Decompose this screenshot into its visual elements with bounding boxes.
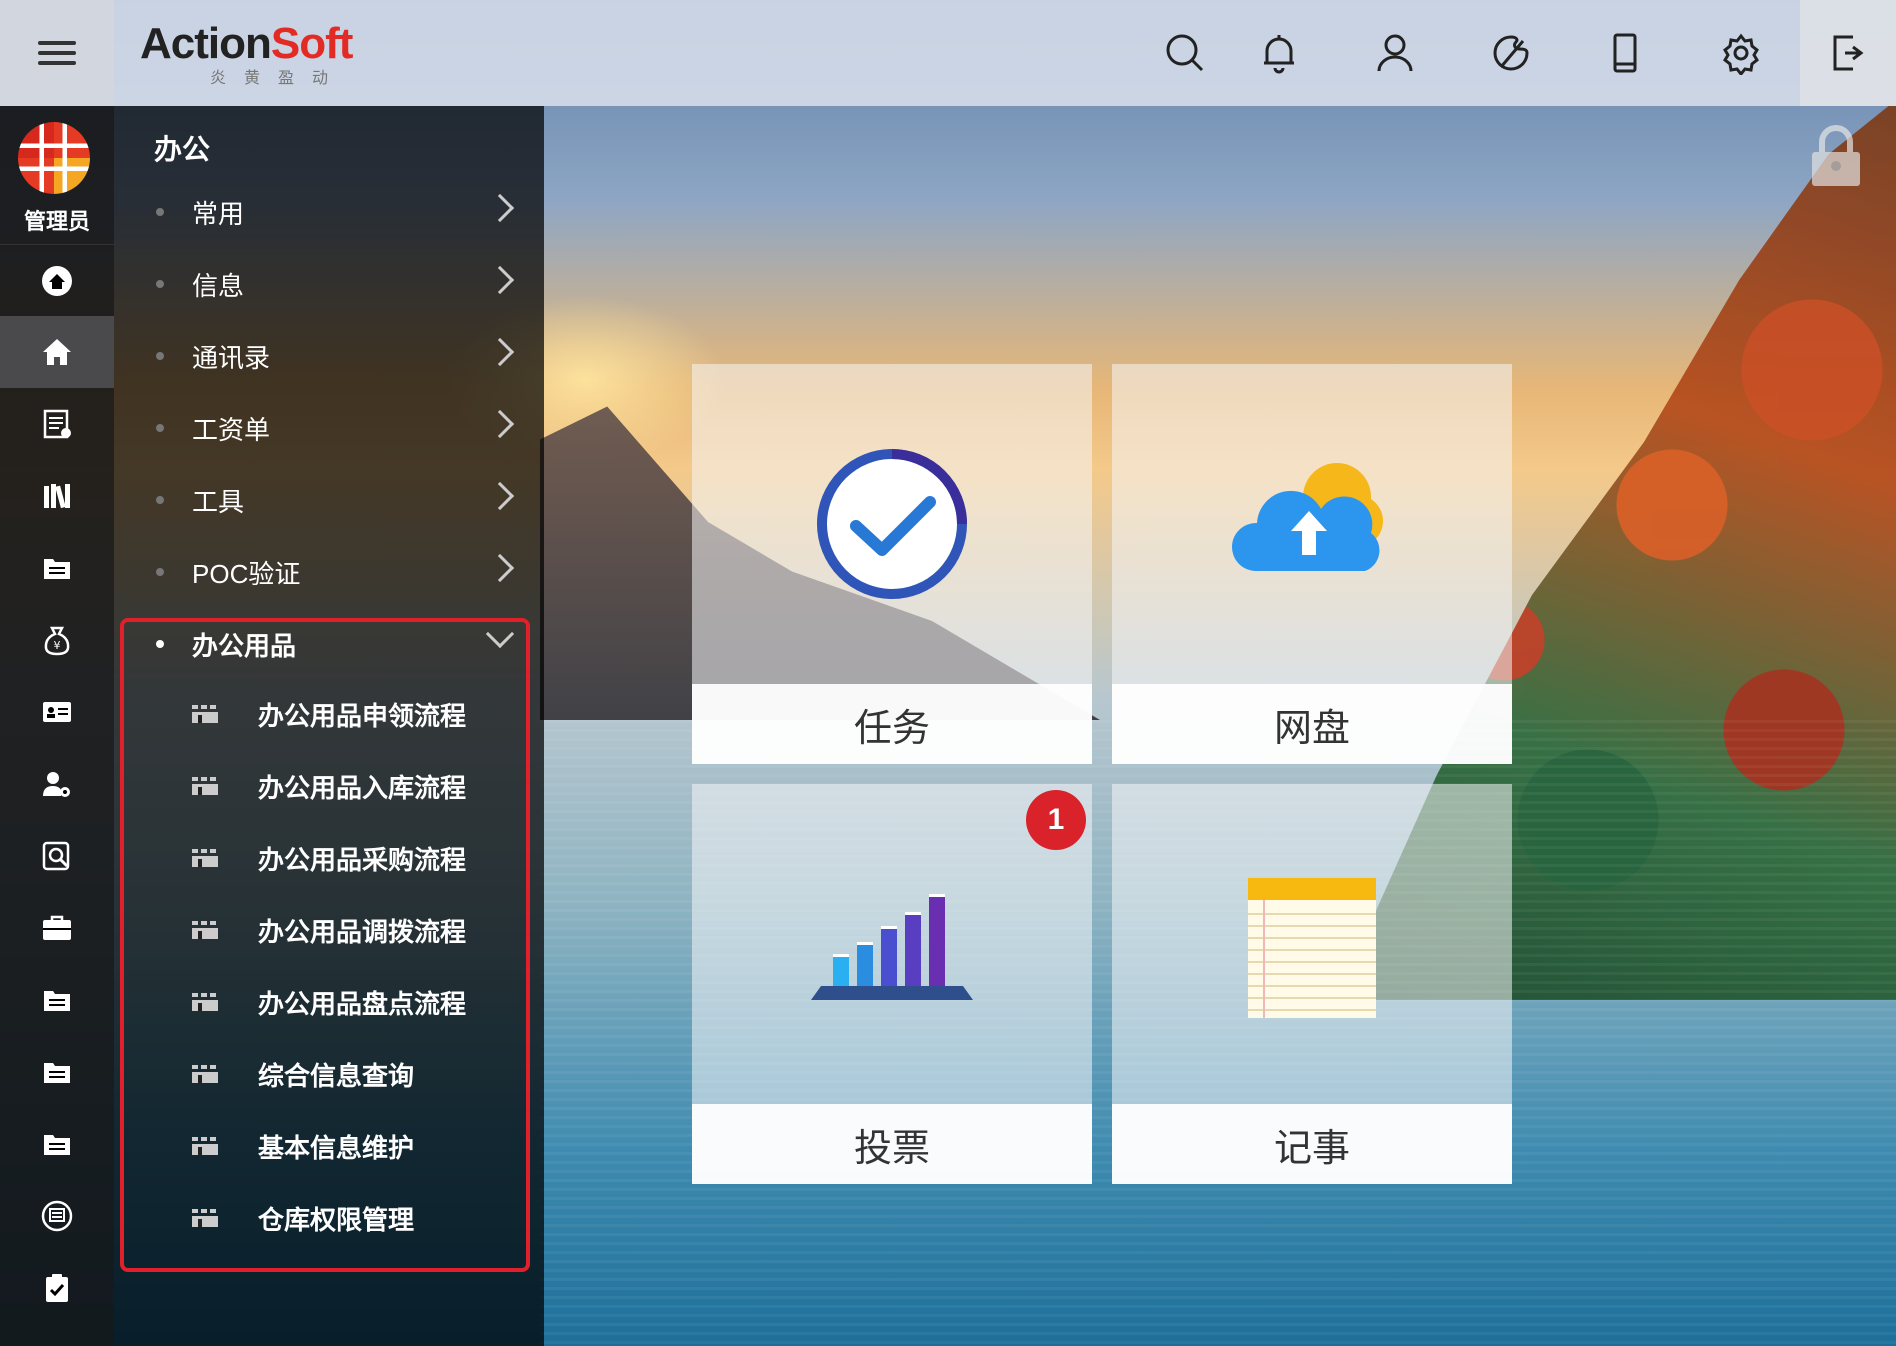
- chevron-right-icon: [485, 481, 515, 511]
- tile-label: 记事: [1112, 1104, 1512, 1184]
- menu-item-label: 常用: [192, 198, 245, 229]
- books-icon: [44, 484, 70, 509]
- app-logo[interactable]: ActionSoft 炎黄盈动: [140, 19, 354, 88]
- logo-accent-text: Soft: [270, 19, 354, 68]
- menu-item-label: 工具: [192, 486, 245, 517]
- rail-folder-1[interactable]: [0, 532, 114, 604]
- tile-label: 任务: [692, 684, 1092, 764]
- moneybag-icon: ¥: [44, 626, 70, 656]
- chevron-right-icon: [485, 265, 515, 295]
- tile-label: 网盘: [1112, 684, 1512, 764]
- briefcase-icon: [43, 915, 71, 940]
- rail-list[interactable]: [0, 388, 114, 460]
- notepad-icon: [1248, 878, 1376, 1018]
- menu-item-payroll[interactable]: 工资单: [114, 392, 544, 464]
- mobile-icon[interactable]: [1600, 28, 1650, 78]
- menu-item-label: 工资单: [192, 414, 271, 445]
- menu-item-label: 信息: [192, 270, 245, 301]
- top-bar: ActionSoft 炎黄盈动: [0, 0, 1896, 106]
- rail-inbox[interactable]: [0, 1180, 114, 1252]
- avatar[interactable]: [18, 122, 90, 194]
- folder-icon: [44, 1063, 70, 1083]
- menu-item-info[interactable]: 信息: [114, 248, 544, 320]
- rail-folder-2[interactable]: [0, 964, 114, 1036]
- chevron-right-icon: [485, 409, 515, 439]
- bullet-icon: [156, 280, 164, 288]
- folder-icon: [44, 1135, 70, 1155]
- bullet-icon: [156, 424, 164, 432]
- search-icon[interactable]: [1160, 28, 1210, 78]
- menu-title: 办公: [154, 134, 211, 165]
- hamburger-icon: [38, 35, 76, 71]
- folder-icon: [44, 559, 70, 579]
- bullet-icon: [156, 496, 164, 504]
- bell-icon[interactable]: [1254, 28, 1304, 78]
- user-icon[interactable]: [1370, 28, 1420, 78]
- menu-item-label: POC验证: [192, 558, 301, 589]
- highlight-box: [120, 618, 530, 1272]
- user-name: 管理员: [23, 209, 90, 234]
- rail-books[interactable]: [0, 460, 114, 532]
- svg-text:¥: ¥: [54, 639, 61, 652]
- home-circle-icon: [42, 265, 72, 296]
- rail-moneybag[interactable]: ¥: [0, 604, 114, 676]
- menu-item-common[interactable]: 常用: [114, 176, 544, 248]
- icon-rail: 管理员 ¥: [0, 106, 114, 1346]
- chevron-right-icon: [485, 553, 515, 583]
- menu-item-label: 通讯录: [192, 342, 271, 373]
- theme-icon[interactable]: [1486, 28, 1536, 78]
- list-doc-icon: [43, 409, 71, 439]
- rail-user-gear[interactable]: [0, 748, 114, 820]
- id-card-icon: [43, 702, 71, 722]
- chevron-right-icon: [485, 193, 515, 223]
- vote-chart-icon: [811, 894, 973, 1000]
- tile-drive[interactable]: 网盘: [1112, 364, 1512, 764]
- tile-label: 投票: [692, 1104, 1092, 1184]
- rail-folder-3[interactable]: [0, 1036, 114, 1108]
- logo-main-text: Action: [140, 19, 272, 68]
- cloud-upload-icon: [1231, 463, 1383, 571]
- rail-folder-4[interactable]: [0, 1108, 114, 1180]
- logo-subtitle: 炎黄盈动: [210, 70, 347, 87]
- home-icon: [43, 339, 71, 365]
- menu-item-contacts[interactable]: 通讯录: [114, 320, 544, 392]
- menu-item-poc[interactable]: POC验证: [114, 536, 544, 608]
- rail-search-doc[interactable]: [0, 820, 114, 892]
- rail-idcard[interactable]: [0, 676, 114, 748]
- search-doc-icon: [42, 841, 70, 871]
- user-gear-icon: [43, 772, 70, 797]
- chevron-right-icon: [485, 337, 515, 367]
- logout-button[interactable]: [1800, 0, 1896, 106]
- tile-notes[interactable]: 记事: [1112, 784, 1512, 1184]
- clipboard-check-icon: [46, 1274, 68, 1302]
- rail-briefcase[interactable]: [0, 892, 114, 964]
- bullet-icon: [156, 208, 164, 216]
- tile-task[interactable]: 任务: [692, 364, 1092, 764]
- rail-clipboard[interactable]: [0, 1252, 114, 1324]
- bullet-icon: [156, 352, 164, 360]
- settings-icon[interactable]: [1716, 28, 1766, 78]
- lock-icon[interactable]: [1808, 124, 1864, 188]
- menu-item-tools[interactable]: 工具: [114, 464, 544, 536]
- inbox-icon: [41, 1200, 73, 1232]
- rail-home[interactable]: [0, 316, 114, 388]
- task-check-icon: [817, 449, 967, 599]
- notification-badge: 1: [1026, 790, 1086, 850]
- logout-icon: [1822, 28, 1872, 78]
- folder-icon: [44, 991, 70, 1011]
- rail-home-circle[interactable]: [0, 244, 114, 316]
- bullet-icon: [156, 568, 164, 576]
- menu-toggle-button[interactable]: [0, 0, 114, 106]
- tile-vote[interactable]: 1 投票: [692, 784, 1092, 1184]
